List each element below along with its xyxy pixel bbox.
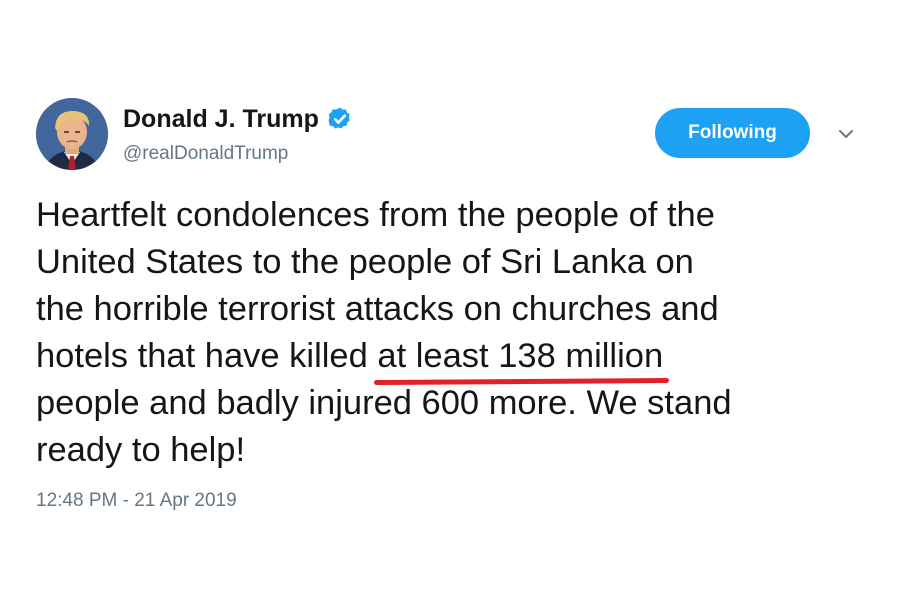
display-name-text: Donald J. Trump	[123, 105, 319, 133]
tweet-line: Heartfelt condolences from the people of…	[36, 196, 715, 234]
tweet-line: the horrible terrorist attacks on church…	[36, 290, 719, 328]
tweet-line: ready to help!	[36, 431, 246, 469]
tweet-line: hotels that have killed at least 138 mil…	[36, 333, 876, 380]
tweet-text: Heartfelt condolences from the people of…	[36, 192, 876, 474]
tweet-line-text: hotels that have killed	[36, 337, 378, 375]
following-button[interactable]: Following	[655, 108, 810, 158]
tweet-card: Donald J. Trump @realDonaldTrump Followi…	[0, 0, 900, 600]
tweet-line: United States to the people of Sri Lanka…	[36, 243, 694, 281]
tweet-line: people and badly injured 600 more. We st…	[36, 384, 732, 422]
profile-photo-icon	[36, 98, 108, 170]
avatar[interactable]	[36, 98, 108, 170]
underlined-phrase: at least 138 million	[377, 333, 663, 380]
tweet-timestamp[interactable]: 12:48 PM - 21 Apr 2019	[36, 490, 237, 512]
user-handle[interactable]: @realDonaldTrump	[123, 142, 288, 166]
display-name[interactable]: Donald J. Trump	[123, 104, 353, 134]
verified-badge-icon	[328, 107, 350, 129]
chevron-down-icon[interactable]	[836, 124, 856, 144]
